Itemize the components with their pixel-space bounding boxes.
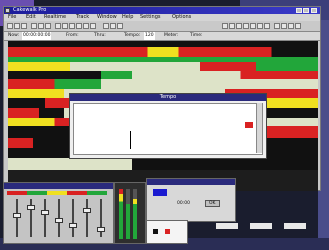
- maximize-button[interactable]: [303, 8, 309, 13]
- open-file-button[interactable]: [14, 23, 20, 29]
- info-title-bar: [147, 179, 235, 185]
- clock-readout: [216, 223, 238, 229]
- transport-indicator: [165, 229, 170, 234]
- menu-options[interactable]: Options: [172, 14, 191, 21]
- time-label: Time:: [190, 33, 203, 38]
- level-meter: [126, 189, 130, 239]
- dialog-cursor: [130, 131, 131, 149]
- stop-button[interactable]: [229, 23, 235, 29]
- now-label: Now:: [8, 33, 20, 38]
- track-lane[interactable]: [8, 79, 318, 89]
- main-window: Cakewalk Pro File Edit Realtime Track Wi…: [3, 6, 321, 191]
- position-status-bar: Now: 00:00:00:00 From: Thru: Tempo: 120 …: [4, 32, 320, 41]
- fader-track[interactable]: [72, 199, 74, 237]
- mixer-title-bar: [4, 183, 113, 189]
- track-lane[interactable]: [8, 47, 318, 57]
- tempo-button[interactable]: [90, 23, 96, 29]
- fast-forward-button[interactable]: [257, 23, 263, 29]
- from-label: From:: [66, 33, 79, 38]
- fader-knob[interactable]: [41, 210, 49, 215]
- record-button[interactable]: [243, 23, 249, 29]
- panic-button[interactable]: [295, 23, 301, 29]
- thru-label: Thru:: [94, 33, 106, 38]
- level-meter: [119, 189, 123, 239]
- cut-button[interactable]: [31, 23, 37, 29]
- rewind-button[interactable]: [222, 23, 228, 29]
- punch-button[interactable]: [110, 23, 116, 29]
- meter-label: Meter:: [164, 33, 179, 38]
- loop-button[interactable]: [103, 23, 109, 29]
- mixer-color-strip: [7, 191, 107, 195]
- title-bar: Cakewalk Pro: [4, 7, 320, 14]
- play-button[interactable]: [236, 23, 242, 29]
- level-meter: [133, 189, 137, 239]
- dialog-scrollbar[interactable]: [256, 103, 262, 153]
- menu-file[interactable]: File: [8, 14, 16, 21]
- metronome-button[interactable]: [274, 23, 280, 29]
- minimize-button[interactable]: [296, 8, 302, 13]
- midi-thru-button[interactable]: [281, 23, 287, 29]
- transport-panel: [146, 220, 188, 244]
- menu-settings[interactable]: Settings: [140, 14, 161, 21]
- menu-edit[interactable]: Edit: [26, 14, 36, 21]
- tempo-label: Tempo:: [124, 33, 141, 38]
- track-view-button[interactable]: [55, 23, 61, 29]
- dialog-selection[interactable]: [245, 122, 253, 128]
- step-record-button[interactable]: [250, 23, 256, 29]
- info-panel: 00:00 OK: [146, 178, 236, 222]
- fader-track[interactable]: [44, 199, 46, 237]
- color-swatch: [153, 189, 167, 196]
- track-lane[interactable]: [8, 62, 318, 71]
- copy-button[interactable]: [38, 23, 44, 29]
- toolbar: [4, 21, 320, 32]
- menu-help[interactable]: Help: [122, 14, 133, 21]
- meter-value: 00:00: [177, 201, 190, 206]
- piano-roll-button[interactable]: [62, 23, 68, 29]
- new-file-button[interactable]: [7, 23, 13, 29]
- fader-knob[interactable]: [55, 218, 63, 223]
- fader-track[interactable]: [86, 199, 88, 237]
- staff-view-button[interactable]: [76, 23, 82, 29]
- fader-knob[interactable]: [83, 208, 91, 213]
- window-title: Cakewalk Pro: [13, 7, 47, 13]
- clock-readout: [250, 223, 272, 229]
- fader-knob[interactable]: [13, 213, 21, 218]
- tempo-value-field[interactable]: 120: [144, 32, 155, 40]
- goto-end-button[interactable]: [264, 23, 270, 29]
- dialog-body: [73, 103, 263, 155]
- mixer-panel: [3, 182, 114, 244]
- fader-track[interactable]: [16, 199, 18, 237]
- transport-indicator: [153, 229, 158, 234]
- menu-realtime[interactable]: Realtime: [44, 14, 66, 21]
- event-list-button[interactable]: [69, 23, 75, 29]
- close-button[interactable]: [311, 8, 317, 13]
- menu-bar: File Edit Realtime Track Window Help Set…: [4, 14, 320, 21]
- menu-track[interactable]: Track: [76, 14, 89, 21]
- dialog-title: Tempo: [70, 94, 266, 101]
- ok-button[interactable]: OK: [205, 200, 220, 207]
- markers-button[interactable]: [117, 23, 123, 29]
- sync-button[interactable]: [288, 23, 294, 29]
- clock-readout: [284, 223, 306, 229]
- console-button[interactable]: [83, 23, 89, 29]
- fader-knob[interactable]: [97, 227, 105, 232]
- fader-knob[interactable]: [69, 223, 77, 228]
- paste-button[interactable]: [45, 23, 51, 29]
- menu-window[interactable]: Window: [97, 14, 117, 21]
- fader-knob[interactable]: [27, 205, 35, 210]
- level-meter-panel: [114, 182, 146, 244]
- track-lane[interactable]: [8, 158, 318, 170]
- app-icon: [5, 8, 10, 13]
- save-button[interactable]: [21, 23, 27, 29]
- tempo-dialog: Tempo: [69, 93, 267, 159]
- track-lane[interactable]: [8, 71, 318, 79]
- now-time-field[interactable]: 00:00:00:00: [22, 32, 52, 40]
